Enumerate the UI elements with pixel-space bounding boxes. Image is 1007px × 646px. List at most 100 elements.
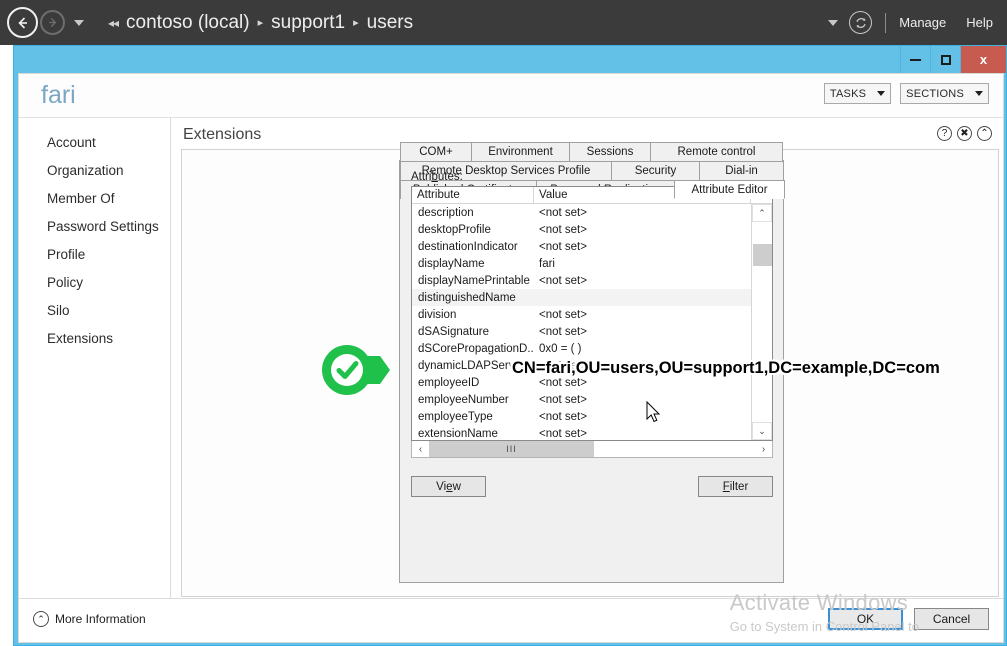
sidebar-item-password-settings[interactable]: Password Settings (19, 212, 170, 240)
cell-value: <not set> (539, 240, 587, 253)
table-row-distinguished-name[interactable]: distinguishedName (412, 289, 751, 306)
sections-label: SECTIONS (906, 87, 964, 100)
sidebar-item-label: Silo (47, 302, 70, 318)
cell-attribute: destinationIndicator (418, 240, 518, 253)
refresh-button[interactable] (849, 11, 873, 34)
maximize-icon (940, 54, 951, 65)
tab-remote-control[interactable]: Remote control (650, 142, 783, 161)
scroll-up-button[interactable]: ⌃ (752, 204, 772, 222)
table-row[interactable]: description <not set> (412, 204, 751, 221)
breadcrumb-item-users[interactable]: users (367, 12, 413, 34)
table-row[interactable]: extensionName <not set> (412, 425, 751, 440)
screen-root: ◂◂ contoso (local) ▸ support1 ▸ users Ma… (0, 0, 1007, 646)
help-menu[interactable]: Help (966, 15, 993, 30)
cell-value: <not set> (539, 376, 587, 389)
breadcrumb-overflow-chevron-down-icon[interactable] (828, 19, 839, 26)
scroll-right-button[interactable]: › (755, 441, 772, 457)
cell-value: <not set> (539, 223, 587, 236)
sidebar-item-label: Account (47, 134, 96, 150)
forward-button[interactable] (40, 10, 65, 35)
tasks-label: TASKS (829, 87, 867, 100)
cell-attribute: employeeID (418, 376, 480, 389)
scroll-down-button[interactable]: ⌄ (752, 422, 772, 440)
chevron-down-icon[interactable] (74, 19, 84, 26)
tab-row-1: COM+ Environment Sessions Remote control (400, 142, 785, 161)
breadcrumb: ◂◂ contoso (local) ▸ support1 ▸ users (108, 12, 413, 34)
cell-attribute: division (418, 308, 457, 321)
breadcrumb-separator: ▸ (257, 17, 264, 29)
sidebar-item-label: Organization (47, 162, 124, 178)
help-icon[interactable]: ? (937, 126, 952, 141)
more-information-toggle[interactable]: ⌃ More Information (33, 611, 146, 627)
sidebar-item-member-of[interactable]: Member Of (19, 184, 170, 212)
chevron-down-icon (877, 91, 886, 96)
sidebar-item-account[interactable]: Account (19, 128, 170, 156)
cell-attribute: displayNamePrintable (418, 274, 530, 287)
panel-icon-group: ? ✖ ⌃ (937, 126, 992, 141)
distinguished-name-callout: CN=fari,OU=users,OU=support1,DC=example,… (512, 359, 940, 377)
back-button[interactable] (7, 7, 38, 38)
attributes-label-pre: Attri (411, 171, 432, 183)
arrow-left-icon (17, 16, 27, 29)
listbox-rows: description <not set> desktopProfile <no… (412, 204, 751, 440)
cell-value: fari (539, 257, 555, 270)
table-row[interactable]: displayName fari (412, 255, 751, 272)
horizontal-scrollbar-track[interactable]: III (429, 441, 755, 457)
sheet-buttons: Vi e w Filter (411, 476, 773, 497)
scroll-left-button[interactable]: ‹ (412, 441, 429, 457)
table-row[interactable]: employeeType <not set> (412, 408, 751, 425)
breadcrumb-item-support1[interactable]: support1 (271, 12, 345, 34)
table-row[interactable]: destinationIndicator <not set> (412, 238, 751, 255)
close-icon[interactable]: ✖ (957, 126, 972, 141)
cell-value: <not set> (539, 427, 587, 440)
cancel-button[interactable]: Cancel (914, 608, 989, 630)
manage-menu[interactable]: Manage (899, 15, 946, 30)
table-row[interactable]: dSASignature <not set> (412, 323, 751, 340)
vertical-scrollbar-thumb[interactable] (753, 244, 772, 266)
sidebar-item-organization[interactable]: Organization (19, 156, 170, 184)
tab-environment[interactable]: Environment (471, 142, 570, 161)
view-label-post: w (452, 480, 461, 493)
sidebar-item-label: Profile (47, 246, 86, 262)
attributes-label-post: utes: (437, 171, 463, 183)
breadcrumb-prev-icon[interactable]: ◂◂ (108, 16, 119, 30)
table-row[interactable]: employeeNumber <not set> (412, 391, 751, 408)
ok-button[interactable]: OK (828, 608, 903, 630)
table-row[interactable]: desktopProfile <not set> (412, 221, 751, 238)
sidebar-item-policy[interactable]: Policy (19, 268, 170, 296)
refresh-icon (856, 17, 866, 28)
view-button[interactable]: Vi e w (411, 476, 486, 497)
sidebar-item-label: Policy (47, 274, 84, 290)
table-row[interactable]: dSCorePropagationD... 0x0 = ( ) (412, 340, 751, 357)
more-information-label: More Information (55, 612, 146, 626)
close-window-button[interactable]: x (960, 46, 1006, 73)
sections-dropdown-button[interactable]: SECTIONS (900, 83, 989, 104)
tab-attribute-editor[interactable]: Attribute Editor (674, 180, 785, 199)
table-row[interactable]: division <not set> (412, 306, 751, 323)
page-header: fari TASKS SECTIONS (19, 74, 1003, 118)
cell-attribute: employeeNumber (418, 393, 509, 406)
collapse-icon[interactable]: ⌃ (977, 126, 992, 141)
horizontal-scrollbar-thumb[interactable]: III (429, 441, 594, 457)
topbar-right-controls: Manage Help (828, 11, 1007, 34)
attributes-listbox[interactable]: Attribute Value ⌃ description <not set> (411, 186, 773, 441)
column-header-attribute[interactable]: Attribute (412, 187, 534, 203)
sidebar-item-silo[interactable]: Silo (19, 296, 170, 324)
breadcrumb-item-contoso[interactable]: contoso (local) (126, 12, 250, 34)
window-titlebar: x (14, 46, 1006, 73)
minimize-button[interactable] (900, 46, 930, 73)
filter-button[interactable]: Filter (698, 476, 773, 497)
sidebar-item-extensions[interactable]: Extensions (19, 324, 170, 352)
sidebar-item-profile[interactable]: Profile (19, 240, 170, 268)
table-row[interactable]: displayNamePrintable <not set> (412, 272, 751, 289)
tasks-dropdown-button[interactable]: TASKS (823, 83, 892, 104)
chevron-up-circle-icon: ⌃ (33, 611, 49, 627)
vertical-scrollbar[interactable]: ⌃ ⌄ (751, 204, 772, 440)
tab-com-plus[interactable]: COM+ (400, 142, 472, 161)
cell-value: <not set> (539, 206, 587, 219)
header-buttons: TASKS SECTIONS (823, 83, 989, 104)
tab-sessions[interactable]: Sessions (569, 142, 651, 161)
maximize-button[interactable] (930, 46, 960, 73)
view-label-pre: Vi (436, 480, 447, 493)
horizontal-scrollbar[interactable]: ‹ III › (411, 441, 773, 458)
